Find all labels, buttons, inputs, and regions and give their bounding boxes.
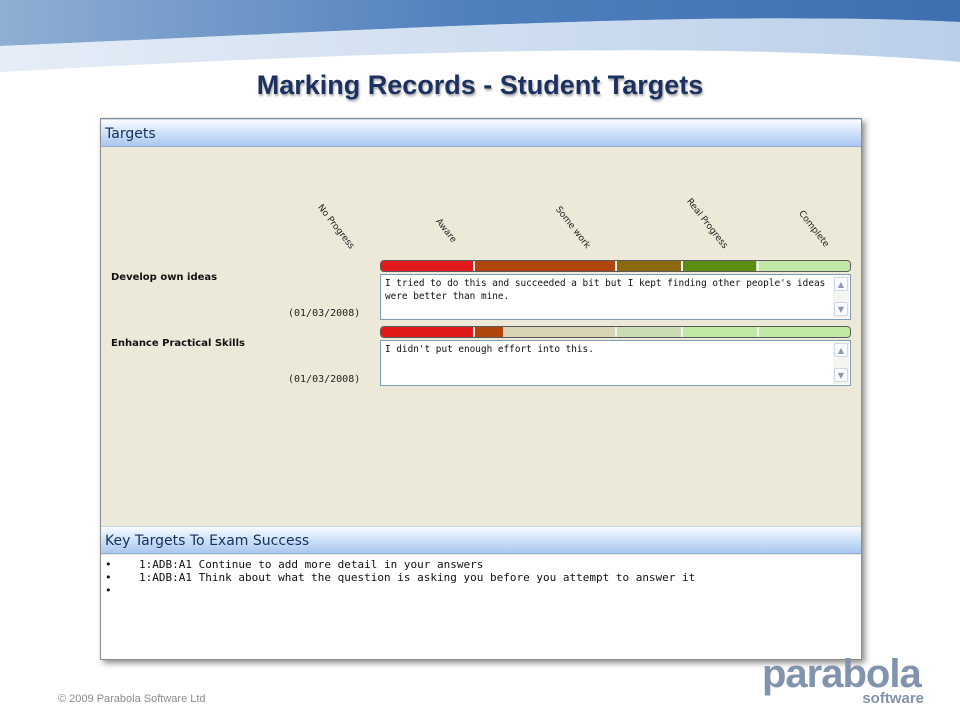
- chevron-down-icon[interactable]: ▼: [834, 302, 848, 316]
- target-comment-textarea[interactable]: I didn't put enough effort into this. ▲ …: [380, 340, 851, 386]
- progress-segment-5[interactable]: [759, 261, 850, 271]
- target-name: Develop own ideas: [111, 272, 218, 283]
- column-label-no-progress: No Progress: [315, 203, 356, 252]
- chevron-up-icon[interactable]: ▲: [834, 343, 848, 357]
- progress-segment-3[interactable]: [617, 261, 683, 271]
- target-progress-bar[interactable]: [380, 326, 851, 338]
- target-date: (01/03/2008): [288, 308, 361, 319]
- comment-scrollbar[interactable]: ▲ ▼: [833, 342, 849, 384]
- background-swoosh: [0, 0, 960, 72]
- targets-panel-header: Targets: [101, 119, 861, 147]
- list-item[interactable]: • 1:ADB:A1 Think about what the question …: [105, 571, 695, 584]
- target-comment-textarea[interactable]: I tried to do this and succeeded a bit b…: [380, 274, 851, 320]
- chevron-up-icon[interactable]: ▲: [834, 277, 848, 291]
- chevron-down-icon[interactable]: ▼: [834, 368, 848, 382]
- progress-segment-1[interactable]: [381, 261, 475, 271]
- progress-segment-2[interactable]: [475, 261, 617, 271]
- column-label-complete: Complete: [796, 209, 831, 250]
- progress-segment-5[interactable]: [759, 327, 850, 337]
- column-label-real-progress: Real Progress: [684, 197, 730, 251]
- copyright-text: © 2009 Parabola Software Ltd: [58, 693, 206, 705]
- bullet: •: [105, 571, 112, 584]
- logo-sub: software: [862, 690, 924, 707]
- progress-segment-1[interactable]: [381, 327, 475, 337]
- key-targets-list[interactable]: • 1:ADB:A1 Continue to add more detail in…: [101, 555, 861, 659]
- target-comment-text: I tried to do this and succeeded a bit b…: [385, 278, 826, 302]
- target-comment-text: I didn't put enough effort into this.: [385, 344, 594, 355]
- progress-segment-2[interactable]: [475, 327, 617, 337]
- bullet: •: [105, 584, 112, 597]
- target-progress-bar[interactable]: [380, 260, 851, 272]
- key-target-text: 1:ADB:A1 Continue to add more detail in …: [139, 558, 484, 571]
- column-label-some-work: Some work: [553, 205, 592, 251]
- progress-segment-3[interactable]: [617, 327, 683, 337]
- list-item[interactable]: • 1:ADB:A1 Continue to add more detail in…: [105, 558, 483, 571]
- parabola-logo: parabola software: [762, 652, 932, 712]
- comment-scrollbar[interactable]: ▲ ▼: [833, 276, 849, 318]
- list-item[interactable]: •: [105, 584, 139, 597]
- target-date: (01/03/2008): [288, 374, 361, 385]
- column-label-aware: Aware: [433, 217, 459, 245]
- progress-segment-4[interactable]: [683, 327, 759, 337]
- key-target-text: 1:ADB:A1 Think about what the question i…: [139, 571, 696, 584]
- key-targets-panel-header: Key Targets To Exam Success: [101, 526, 861, 554]
- targets-window: Targets No Progress Aware Some work Real…: [100, 118, 862, 660]
- progress-segment-4[interactable]: [683, 261, 759, 271]
- target-name: Enhance Practical Skills: [111, 338, 245, 349]
- bullet: •: [105, 558, 112, 571]
- slide-title: Marking Records - Student Targets: [256, 70, 704, 100]
